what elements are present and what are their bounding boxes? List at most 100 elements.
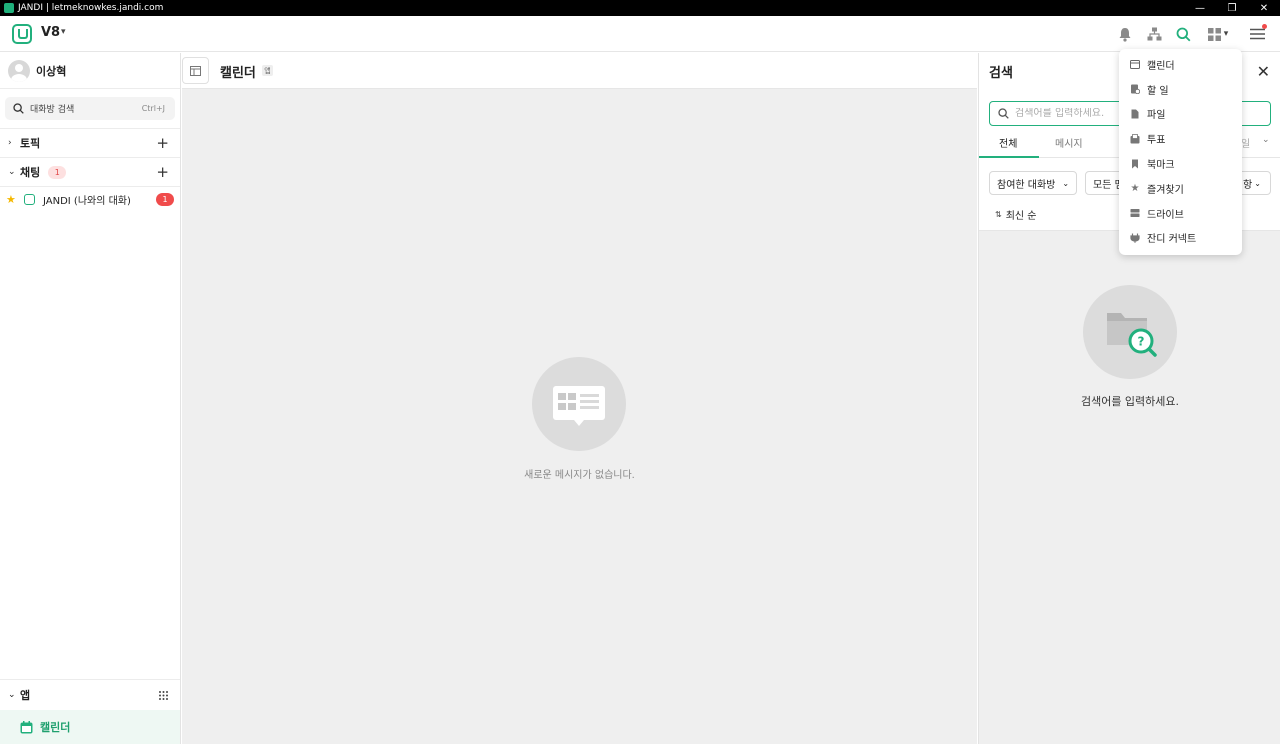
poll-icon (1130, 133, 1140, 144)
chat-item-name: JANDI (나와의 대화) (43, 196, 131, 207)
apps-section: ⌄ 앱 캘린더 (0, 679, 180, 744)
chevron-down-icon: ⌄ (8, 690, 16, 700)
jandi-bot-icon (24, 194, 35, 205)
org-chart-icon[interactable] (1144, 24, 1164, 44)
app-header: V8 ▾ ▾ (0, 16, 1280, 52)
apps-grid-icon[interactable] (159, 691, 168, 700)
menu-item-label: 캘린더 (1147, 60, 1175, 72)
menu-item-favorites[interactable]: ★ 즐겨찾기 (1119, 176, 1242, 201)
chat-item[interactable]: ★ JANDI (나와의 대화) 1 (0, 186, 180, 212)
jandi-logo-icon[interactable] (12, 24, 32, 44)
tab-all[interactable]: 전체 (999, 135, 1017, 150)
menu-item-poll[interactable]: 투표 (1119, 126, 1242, 151)
chevron-down-icon: ⌄ (1062, 178, 1070, 188)
empty-message-illustration (532, 357, 626, 451)
search-panel-title: 검색 (989, 66, 1013, 81)
star-icon: ★ (1130, 182, 1140, 194)
app-tag: 앱 (262, 65, 273, 76)
minimize-button[interactable]: — (1184, 0, 1216, 16)
active-tab-indicator (979, 156, 1039, 158)
topic-section-title: 토픽 (20, 137, 41, 150)
chevron-down-icon: ▾ (1223, 29, 1229, 39)
search-icon (13, 103, 24, 114)
chat-section-header[interactable]: ⌄ 채팅 1 + (0, 157, 180, 186)
chevron-down-icon: ⌄ (1254, 178, 1261, 188)
chevron-down-icon[interactable]: ▾ (61, 27, 66, 37)
menu-item-bookmark[interactable]: 북마크 (1119, 151, 1242, 176)
profile-name: 이상혁 (36, 64, 67, 78)
room-filter-select[interactable]: 참여한 대화방 ⌄ (989, 171, 1078, 195)
file-icon (1130, 109, 1140, 119)
chat-section-title: 채팅 (20, 166, 41, 179)
tab-files-partial[interactable]: 일 (1241, 135, 1250, 150)
menu-item-label: 북마크 (1147, 160, 1175, 172)
close-icon[interactable]: ✕ (1257, 62, 1270, 81)
jandi-app-icon (4, 3, 14, 13)
menu-item-calendar[interactable]: 캘린더 (1119, 52, 1242, 77)
topic-section-header[interactable]: › 토픽 + (0, 128, 180, 157)
calendar-icon (20, 720, 33, 733)
add-topic-button[interactable]: + (156, 134, 169, 152)
layout-icon (190, 65, 201, 76)
sort-icon: ⇅ (995, 210, 1002, 219)
search-icon[interactable] (1173, 24, 1193, 44)
add-chat-button[interactable]: + (156, 163, 169, 181)
close-window-button[interactable]: ✕ (1248, 0, 1280, 16)
window-controls: — ❐ ✕ (1184, 0, 1280, 16)
notification-dot (1262, 24, 1267, 29)
search-empty-illustration: ? (1083, 285, 1177, 379)
apps-grid-icon[interactable]: ▾ (1203, 24, 1233, 44)
window-title: JANDI | letmeknowkes.jandi.com (18, 3, 164, 13)
apps-section-header[interactable]: ⌄ 앱 (0, 679, 180, 710)
calendar-icon (1130, 59, 1140, 70)
room-filter-label: 참여한 대화방 (997, 179, 1056, 191)
menu-item-label: 즐겨찾기 (1147, 184, 1184, 196)
folder-search-icon: ? (1107, 313, 1157, 357)
unread-badge: 1 (156, 193, 174, 206)
bell-icon[interactable] (1115, 24, 1135, 44)
message-card-icon (553, 386, 605, 426)
center-header: 캘린더 앱 (182, 53, 977, 89)
sort-button[interactable]: ⇅ 최신 순 (995, 207, 1036, 222)
panel-toggle-button[interactable] (182, 57, 209, 84)
page-title: 캘린더 (220, 66, 256, 81)
drive-icon (1130, 208, 1140, 218)
app-item-calendar[interactable]: 캘린더 (0, 710, 180, 744)
restore-button[interactable]: ❐ (1216, 0, 1248, 16)
chevron-right-icon: › (8, 138, 12, 148)
todo-icon (1130, 84, 1140, 95)
menu-item-label: 드라이브 (1147, 209, 1184, 221)
type-filter-label: 항 (1243, 179, 1253, 191)
menu-item-label: 할 일 (1147, 85, 1169, 97)
svg-text:?: ? (1138, 335, 1145, 349)
app-item-label: 캘린더 (40, 721, 71, 734)
avatar[interactable] (8, 59, 30, 82)
tab-messages[interactable]: 메시지 (1055, 135, 1083, 150)
left-sidebar: 이상혁 대화방 검색 Ctrl+J › 토픽 + ⌄ 채팅 1 + ★ JAND… (0, 53, 181, 744)
sort-label: 최신 순 (1005, 211, 1037, 222)
chat-count-badge: 1 (48, 165, 67, 179)
menu-item-drive[interactable]: 드라이브 (1119, 201, 1242, 226)
menu-item-label: 파일 (1147, 110, 1166, 122)
menu-item-label: 잔디 커넥트 (1147, 234, 1197, 246)
search-empty-message: 검색어를 입력하세요. (1080, 395, 1180, 408)
menu-item-file[interactable]: 파일 (1119, 102, 1242, 127)
menu-item-todo[interactable]: 할 일 (1119, 77, 1242, 102)
chatroom-search[interactable]: 대화방 검색 Ctrl+J (5, 97, 175, 120)
center-panel: 캘린더 앱 새로운 메시지가 없습니다. (182, 53, 977, 744)
star-icon[interactable]: ★ (6, 193, 18, 206)
menu-item-label: 투표 (1147, 135, 1166, 147)
profile[interactable]: 이상혁 (0, 53, 180, 89)
chatroom-search-label: 대화방 검색 (30, 105, 75, 115)
os-title-bar: JANDI | letmeknowkes.jandi.com — ❐ ✕ (0, 0, 1280, 16)
menu-item-connect[interactable]: 잔디 커넥트 (1119, 226, 1242, 251)
apps-dropdown-menu: 캘린더 할 일 파일 투표 북마크 ★ 즐겨찾기 드라이브 잔디 커넥트 (1119, 49, 1242, 255)
search-shortcut: Ctrl+J (141, 104, 165, 113)
empty-message: 새로운 메시지가 없습니다. (524, 470, 635, 481)
team-name[interactable]: V8 (41, 25, 60, 40)
connect-icon (1130, 233, 1140, 243)
search-icon (998, 108, 1009, 119)
bookmark-icon (1130, 159, 1140, 169)
menu-icon[interactable] (1247, 24, 1267, 44)
chevron-down-icon[interactable]: ⌄ (1262, 135, 1270, 145)
